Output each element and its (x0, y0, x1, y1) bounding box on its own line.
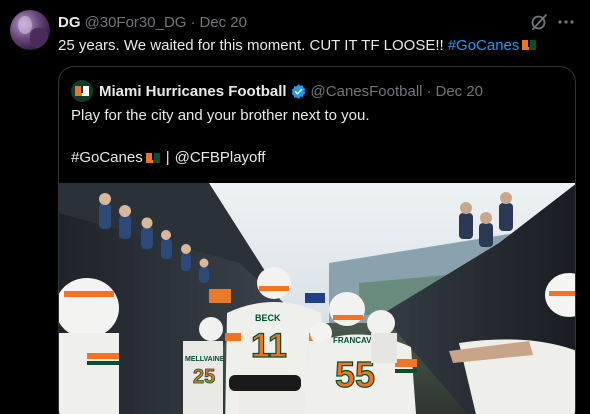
quoted-media-image[interactable]: MELLVAINE 25 BECK 11 FRANCAVILLA 55 (59, 183, 575, 414)
quoted-mention[interactable]: @CFBPlayoff (175, 149, 266, 166)
jersey-number-text: 55 (335, 354, 375, 395)
canes-u-logo-icon (75, 86, 89, 96)
quoted-tweet-header: Miami Hurricanes Football @CanesFootball… (71, 80, 483, 102)
quoted-avatar[interactable] (71, 80, 93, 102)
tweet-header: DG @30For30_DG · Dec 20 (58, 12, 247, 32)
separator-dot: · (190, 13, 196, 31)
tweet-text: 25 years. We waited for this moment. CUT… (58, 34, 537, 56)
jersey-name-text: MELLVAINE (185, 356, 225, 363)
canes-u-logo-icon (522, 40, 537, 50)
user-avatar[interactable] (10, 10, 50, 50)
tweet[interactable]: DG @30For30_DG · Dec 20 25 years. We wai… (0, 0, 590, 414)
quoted-timestamp[interactable]: Dec 20 (436, 83, 484, 100)
quoted-hashtag[interactable]: #GoCanes (71, 149, 143, 166)
quoted-tweet[interactable]: Miami Hurricanes Football @CanesFootball… (58, 66, 576, 414)
author-name[interactable]: DG (58, 14, 81, 31)
canes-u-logo-icon (145, 152, 160, 163)
quoted-hashtags: #GoCanes | @CFBPlayoff (71, 149, 265, 166)
separator-dot: · (426, 82, 432, 100)
tweet-timestamp[interactable]: Dec 20 (199, 14, 247, 31)
divider-bar: | (165, 149, 170, 166)
verified-badge-icon (291, 83, 305, 99)
player-right-helmet (367, 310, 397, 363)
tweet-text-content: 25 years. We waited for this moment. CUT… (58, 36, 444, 54)
jersey-name-text: BECK (255, 313, 281, 323)
grok-icon[interactable] (530, 13, 548, 31)
jersey-number-text: 11 (251, 327, 287, 365)
more-icon[interactable] (557, 13, 575, 31)
quoted-text-line: Play for the city and your brother next … (71, 107, 370, 124)
author-handle[interactable]: @30For30_DG (85, 14, 187, 31)
tunnel-players-photo: MELLVAINE 25 BECK 11 FRANCAVILLA 55 (59, 183, 575, 414)
quoted-author-name[interactable]: Miami Hurricanes Football (99, 83, 287, 100)
player-left-edge (59, 278, 119, 414)
quoted-author-handle[interactable]: @CanesFootball (311, 83, 423, 100)
jersey-number-text: 25 (193, 366, 215, 388)
hashtag-link[interactable]: #GoCanes (448, 37, 520, 54)
